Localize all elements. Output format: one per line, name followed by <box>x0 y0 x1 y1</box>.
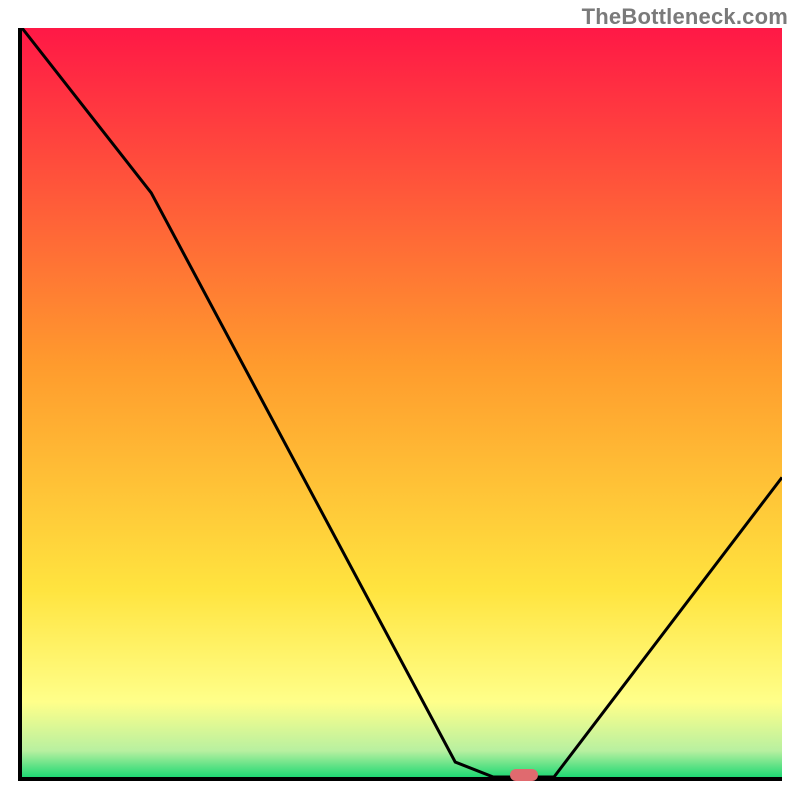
bottleneck-chart <box>22 28 782 777</box>
optimal-point-marker <box>510 769 538 781</box>
watermark-text: TheBottleneck.com <box>582 4 788 30</box>
